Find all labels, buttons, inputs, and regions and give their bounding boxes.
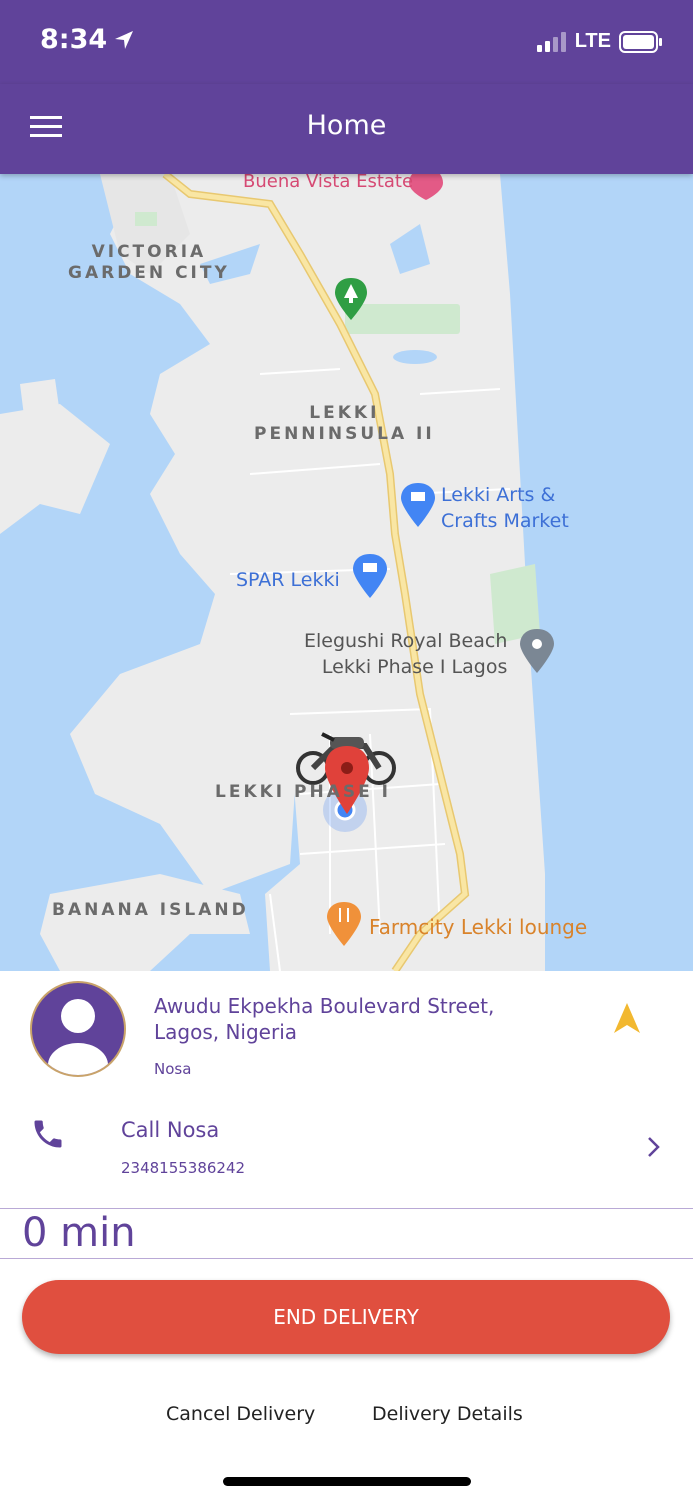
park-small xyxy=(135,212,157,226)
map-label-elegushi[interactable]: Elegushi Royal Beach Lekki Phase I Lagos xyxy=(304,628,507,680)
map-label-victoria-garden-city: VICTORIA GARDEN CITY xyxy=(68,242,230,283)
time-text: 8:34 xyxy=(40,24,108,55)
avatar xyxy=(30,981,126,1077)
user-avatar-icon xyxy=(48,999,108,1075)
call-customer-row[interactable]: Call Nosa 2348155386242 xyxy=(0,1086,693,1209)
chevron-right-icon xyxy=(648,1137,660,1157)
delivery-details-link[interactable]: Delivery Details xyxy=(372,1403,523,1425)
map-label-farmcity[interactable]: Farmcity Lekki lounge xyxy=(369,915,587,939)
page-title: Home xyxy=(306,110,387,141)
phone-icon xyxy=(34,1120,62,1148)
delivery-address: Awudu Ekpekha Boulevard Street, Lagos, N… xyxy=(154,994,495,1044)
park-area xyxy=(345,304,460,334)
map-label-buena-vista: Buena Vista Estate xyxy=(243,174,414,192)
app-bar: Home xyxy=(0,84,693,174)
customer-name: Nosa xyxy=(154,1060,192,1078)
cancel-delivery-link[interactable]: Cancel Delivery xyxy=(166,1403,315,1425)
status-time: 8:34 xyxy=(40,24,135,55)
eta-row: 0 min xyxy=(0,1208,693,1259)
navigation-arrow-icon xyxy=(614,1003,640,1033)
signal-icon xyxy=(536,31,566,52)
status-bar: 8:34 LTE xyxy=(0,0,693,84)
map-label-lekki-arts[interactable]: Lekki Arts & Crafts Market xyxy=(441,482,569,534)
battery-icon xyxy=(619,30,662,53)
end-delivery-button[interactable]: END DELIVERY xyxy=(22,1280,670,1354)
delivery-info-panel: Awudu Ekpekha Boulevard Street, Lagos, N… xyxy=(0,971,693,1087)
map-label-lekki-peninsula: LEKKI PENNINSULA II xyxy=(254,403,435,444)
map-label-spar[interactable]: SPAR Lekki xyxy=(236,567,340,593)
pond xyxy=(393,350,437,364)
location-arrow-icon xyxy=(115,30,134,49)
map-label-banana-island: BANANA ISLAND xyxy=(52,900,249,920)
map-label-lekki-phase: LEKKI PHASE I xyxy=(215,782,391,802)
home-indicator[interactable] xyxy=(223,1477,471,1486)
phone-number: 2348155386242 xyxy=(121,1159,246,1177)
call-label: Call Nosa xyxy=(121,1118,220,1142)
network-label: LTE xyxy=(574,30,611,52)
map-view[interactable]: Buena Vista Estate VICTORIA GARDEN CITY … xyxy=(0,174,693,971)
status-right: LTE xyxy=(536,30,663,53)
map-canvas xyxy=(0,174,693,971)
navigate-button[interactable] xyxy=(610,1001,644,1037)
eta-text: 0 min xyxy=(22,1210,136,1256)
